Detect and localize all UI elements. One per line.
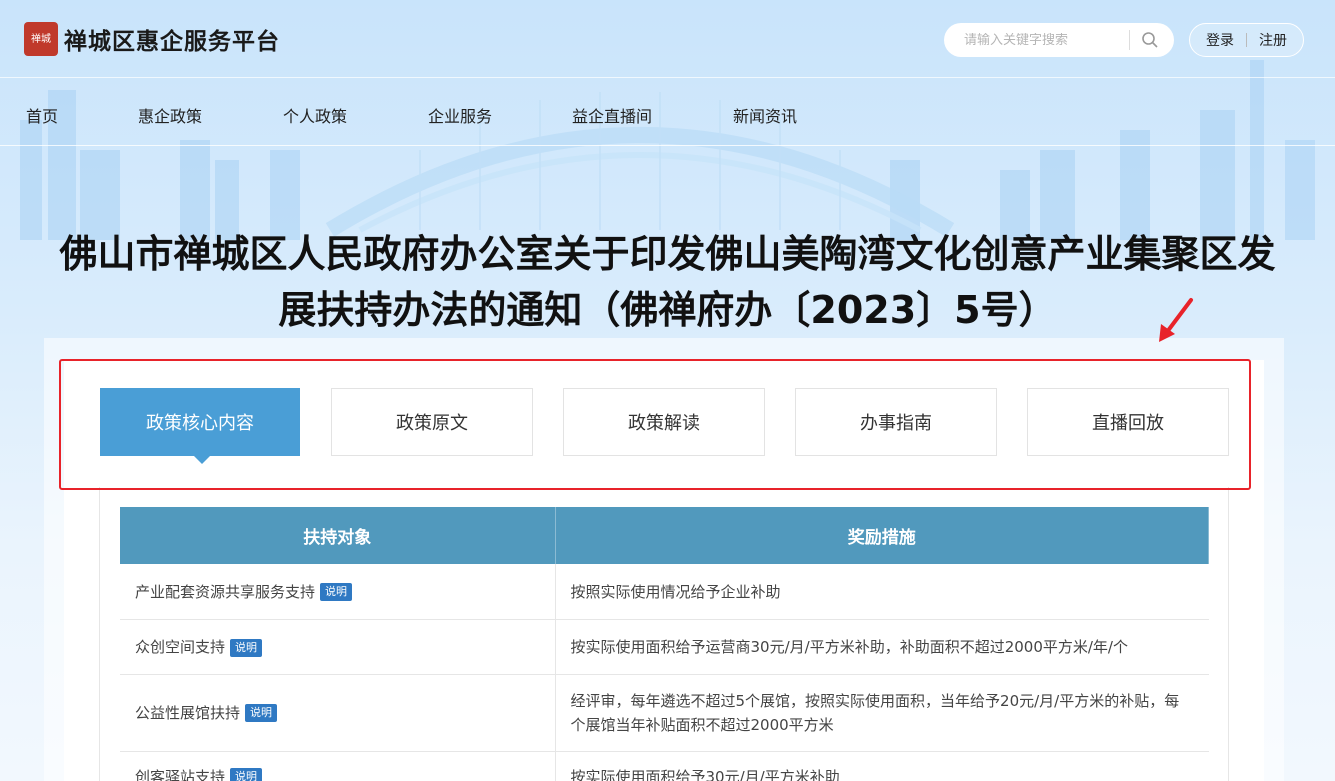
table-cell-measure: 按照实际使用情况给予企业补助: [555, 564, 1209, 620]
nav-item-live-room[interactable]: 益企直播间: [572, 103, 652, 127]
target-text: 众创空间支持: [135, 638, 226, 656]
nav-item-enterprise-service[interactable]: 企业服务: [428, 103, 492, 127]
table-cell-measure: 按实际使用面积给予30元/月/平方米补助: [555, 751, 1209, 781]
search-input[interactable]: [944, 32, 1129, 48]
tab-interpretation[interactable]: 政策解读: [563, 388, 765, 456]
tab-core-content[interactable]: 政策核心内容: [100, 388, 300, 464]
table-cell-target: 公益性展馆扶持 说明: [120, 674, 556, 752]
target-text: 公益性展馆扶持: [135, 703, 241, 722]
explain-badge[interactable]: 说明: [230, 638, 263, 657]
table-row: 创客驿站支持 说明 按实际使用面积给予30元/月/平方米补助: [120, 751, 1209, 781]
login-link[interactable]: 登录: [1194, 30, 1246, 50]
register-link[interactable]: 注册: [1247, 30, 1299, 50]
column-header-target: 扶持对象: [120, 507, 556, 564]
table-cell-measure: 经评审，每年遴选不超过5个展馆，按照实际使用面积，当年给予20元/月/平方米的补…: [555, 674, 1209, 752]
table-cell-target: 产业配套资源共享服务支持 说明: [120, 564, 556, 620]
tab-live-replay[interactable]: 直播回放: [1027, 388, 1229, 456]
nav-item-business-policy[interactable]: 惠企政策: [138, 103, 202, 127]
explain-badge[interactable]: 说明: [320, 583, 353, 602]
site-header: 禅城 禅城区惠企服务平台 登录 注册: [0, 0, 1335, 78]
page-title: 佛山市禅城区人民政府办公室关于印发佛山美陶湾文化创意产业集聚区发 展扶持办法的通…: [0, 226, 1335, 338]
table-cell-target: 创客驿站支持 说明: [120, 751, 556, 781]
site-logo[interactable]: 禅城 禅城区惠企服务平台: [24, 22, 280, 56]
site-name: 禅城区惠企服务平台: [64, 28, 280, 55]
target-text: 产业配套资源共享服务支持: [135, 582, 316, 601]
search-icon: [1142, 32, 1158, 48]
tab-service-guide[interactable]: 办事指南: [795, 388, 997, 456]
main-nav: 首页 惠企政策 个人政策 企业服务 益企直播间 新闻资讯: [0, 79, 1335, 146]
policy-table-container: 扶持对象 奖励措施 产业配套资源共享服务支持 说明 按照实际使用情况给予企业补助 …: [99, 487, 1229, 781]
tab-original-text[interactable]: 政策原文: [331, 388, 533, 456]
search-box: [944, 23, 1174, 57]
search-button[interactable]: [1130, 23, 1170, 57]
logo-seal-icon: 禅城: [24, 22, 58, 56]
nav-item-personal-policy[interactable]: 个人政策: [283, 103, 347, 127]
column-header-measure: 奖励措施: [555, 507, 1209, 564]
table-header-row: 扶持对象 奖励措施: [120, 507, 1209, 564]
policy-table: 扶持对象 奖励措施 产业配套资源共享服务支持 说明 按照实际使用情况给予企业补助 …: [120, 507, 1209, 781]
explain-badge[interactable]: 说明: [230, 768, 263, 781]
nav-item-news[interactable]: 新闻资讯: [733, 103, 797, 127]
auth-links: 登录 注册: [1189, 23, 1304, 57]
page-title-line1: 佛山市禅城区人民政府办公室关于印发佛山美陶湾文化创意产业集聚区发: [59, 232, 1276, 276]
nav-item-home[interactable]: 首页: [26, 103, 58, 127]
table-cell-measure: 按实际使用面积给予运营商30元/月/平方米补助，补助面积不超过2000平方米/年…: [555, 619, 1209, 675]
explain-badge[interactable]: 说明: [245, 704, 278, 722]
table-row: 众创空间支持 说明 按实际使用面积给予运营商30元/月/平方米补助，补助面积不超过…: [120, 619, 1209, 675]
target-text: 创客驿站支持: [135, 767, 226, 781]
table-row: 公益性展馆扶持 说明 经评审，每年遴选不超过5个展馆，按照实际使用面积，当年给予2…: [120, 674, 1209, 752]
page-title-line2: 展扶持办法的通知（佛禅府办〔2023〕5号）: [278, 288, 1057, 332]
annotation-arrow-icon: [1159, 298, 1193, 342]
table-row: 产业配套资源共享服务支持 说明 按照实际使用情况给予企业补助: [120, 564, 1209, 620]
table-cell-target: 众创空间支持 说明: [120, 619, 556, 675]
